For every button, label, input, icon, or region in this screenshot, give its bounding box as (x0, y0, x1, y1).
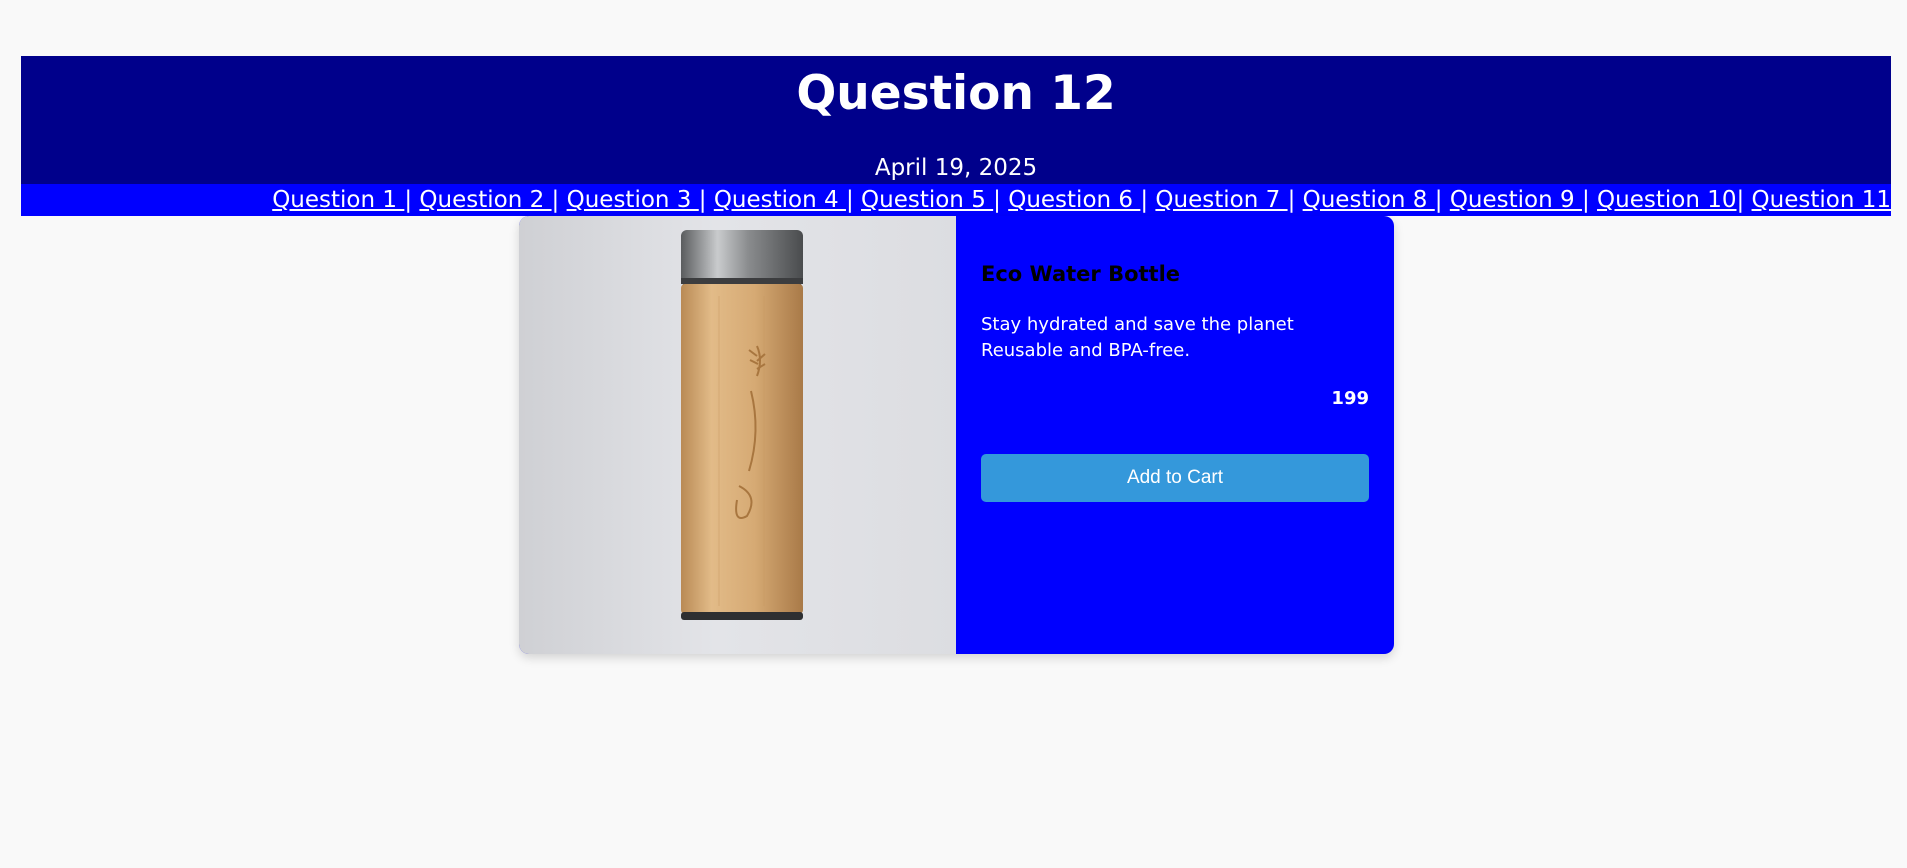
product-details: Eco Water Bottle Stay hydrated and save … (956, 216, 1394, 654)
bamboo-water-bottle-image (681, 230, 803, 620)
nav-link-question-1[interactable]: Question 1 (272, 187, 404, 213)
nav-link-question-3[interactable]: Question 3 (567, 187, 699, 213)
nav-link-question-7[interactable]: Question 7 (1155, 187, 1287, 213)
nav-link-question-10[interactable]: Question 10 (1597, 187, 1736, 213)
nav-separator: | (1581, 187, 1598, 213)
nav-link-question-4[interactable]: Question 4 (714, 187, 846, 213)
question-nav: Question 1 | Question 2 | Question 3 | Q… (21, 184, 1891, 216)
nav-link-question-6[interactable]: Question 6 (1008, 187, 1140, 213)
page-header: Question 12 April 19, 2025 (21, 56, 1891, 184)
product-image (519, 216, 956, 654)
nav-link-question-11[interactable]: Question 11 (1752, 187, 1891, 213)
nav-separator: | (845, 187, 862, 213)
product-description: Stay hydrated and save the planet Reusab… (981, 314, 1294, 361)
nav-separator: | (1140, 187, 1156, 213)
nav-link-question-2[interactable]: Question 2 (419, 187, 551, 213)
nav-link-question-9[interactable]: Question 9 (1450, 187, 1582, 213)
add-to-cart-button[interactable]: Add to Cart (981, 454, 1369, 502)
nav-separator: | (993, 187, 1009, 213)
question-nav-links: Question 1 | Question 2 | Question 3 | Q… (272, 184, 1891, 216)
nav-separator: | (404, 187, 420, 213)
nav-separator: | (698, 187, 714, 213)
nav-separator: | (1736, 187, 1752, 213)
product-price: 199 (1331, 388, 1369, 409)
nav-separator: | (551, 187, 567, 213)
page-title: Question 12 (796, 66, 1116, 121)
product-card: Eco Water Bottle Stay hydrated and save … (519, 216, 1394, 654)
nav-link-question-8[interactable]: Question 8 (1303, 187, 1435, 213)
nav-separator: | (1287, 187, 1303, 213)
product-title: Eco Water Bottle (981, 262, 1181, 286)
nav-separator: | (1434, 187, 1450, 213)
nav-link-question-5[interactable]: Question 5 (861, 187, 993, 213)
page-date: April 19, 2025 (874, 155, 1038, 181)
